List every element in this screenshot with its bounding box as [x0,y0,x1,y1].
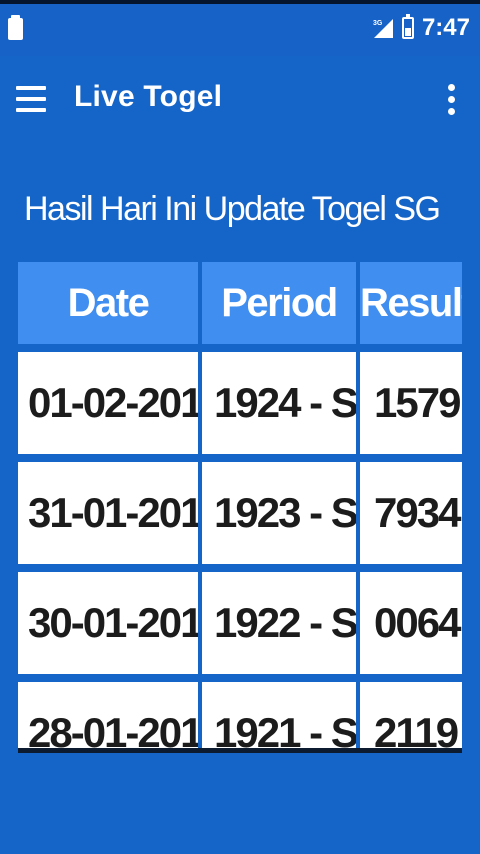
status-bar: 3G 7:47 [0,0,480,56]
header-date: Date [18,262,202,352]
header-period: Period [202,262,360,352]
cell-result: 0064 [360,572,462,682]
header-result: Result [360,262,462,352]
cell-period: 1924 - SG [202,352,360,462]
signal-3g-icon: 3G [372,17,394,39]
status-icons: 3G 7:47 [372,14,470,42]
sd-card-icon [8,15,23,40]
cell-period: 1923 - SG [202,462,360,572]
table-row[interactable]: 01-02-2016 1924 - SG 1579 [18,352,462,462]
app-screen: 3G 7:47 Live Togel Hasil Hari Ini Update… [0,0,480,854]
cell-date: 31-01-2016 [18,462,202,572]
cell-result: 7934 [360,462,462,572]
network-type-label: 3G [373,20,383,27]
app-title: Live Togel [74,80,223,113]
cell-date: 01-02-2016 [18,352,202,462]
hamburger-menu-icon[interactable] [16,86,46,112]
cell-result: 1579 [360,352,462,462]
table-row[interactable]: 30-01-2016 1922 - SG 0064 [18,572,462,682]
cell-period: 1922 - SG [202,572,360,682]
results-table: Date Period Result 01-02-2016 1924 - SG … [18,262,462,748]
table-header-row: Date Period Result [18,262,462,352]
page-heading: Hasil Hari Ini Update Togel SG [24,190,441,228]
cell-result: 2119 [360,682,462,748]
battery-icon [401,14,414,39]
cell-date: 30-01-2016 [18,572,202,682]
table-row[interactable]: 28-01-2016 1921 - SG 2119 [18,682,462,748]
app-bar: Live Togel [0,56,480,148]
results-table-scroll-area[interactable]: Date Period Result 01-02-2016 1924 - SG … [18,262,462,753]
cell-date: 28-01-2016 [18,682,202,748]
status-time: 7:47 [421,14,470,41]
table-row[interactable]: 31-01-2016 1923 - SG 7934 [18,462,462,572]
more-vert-icon[interactable] [448,84,456,118]
cell-period: 1921 - SG [202,682,360,748]
